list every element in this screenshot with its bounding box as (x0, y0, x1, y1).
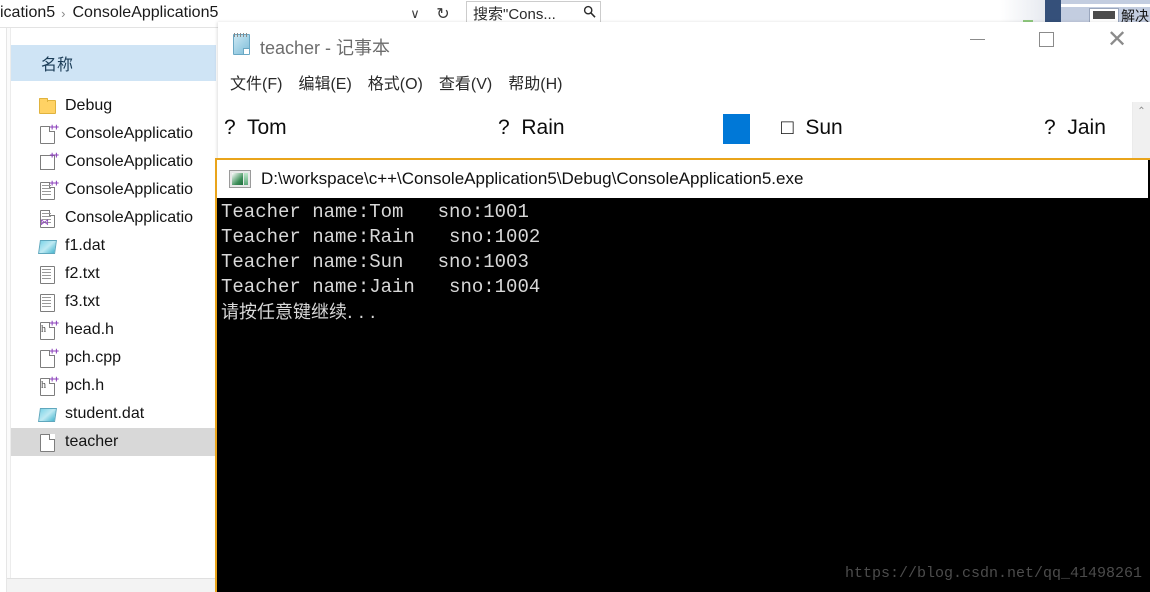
console-output-area: Teacher name:Tom sno:1001 Teacher name:R… (217, 198, 1148, 590)
file-list-item-label: Debug (65, 97, 113, 114)
breadcrumb-current[interactable]: ConsoleApplication5 (73, 4, 219, 22)
file-list-item[interactable]: f1.dat (11, 232, 216, 260)
text-selection-highlight (723, 114, 750, 144)
cpp-project-icon: ++ (37, 151, 59, 172)
breadcrumb[interactable]: ication5 › ConsoleApplication5 (0, 2, 218, 24)
file-list: Debug ++ ConsoleApplicatio ++ ConsoleApplica… (11, 92, 216, 456)
cpp-source-icon: ++ (37, 347, 59, 368)
maximize-button[interactable] (1023, 22, 1069, 56)
explorer-left-rail (0, 28, 7, 592)
file-list-item[interactable]: Debug (11, 92, 216, 120)
notepad-text-token: □ Sun (781, 116, 843, 139)
file-list-item-label: teacher (65, 433, 119, 450)
file-list-item-label: pch.h (65, 377, 105, 394)
search-icon (578, 5, 600, 21)
notepad-text-token: ? Rain (498, 116, 565, 139)
menu-item[interactable]: 帮助(H) (508, 70, 562, 94)
chevron-down-icon[interactable]: ∨ (404, 4, 426, 24)
notepad-text-token: ? Tom (224, 116, 287, 139)
file-list-item[interactable]: h ++ pch.h (11, 372, 216, 400)
file-list-item-label: head.h (65, 321, 114, 338)
console-title: D:\workspace\c++\ConsoleApplication5\Deb… (261, 169, 804, 188)
notepad-titlebar[interactable]: teacher - 记事本 ✕ (218, 22, 1150, 66)
file-list-item-label: ConsoleApplicatio (65, 209, 194, 226)
header-file-icon: h ++ (37, 375, 59, 396)
vcxproj-filters-icon: ⋈ (37, 208, 57, 228)
file-list-item[interactable]: ++ ConsoleApplicatio (11, 176, 216, 204)
console-window: D:\workspace\c++\ConsoleApplication5\Deb… (215, 158, 1150, 592)
folder-icon (37, 96, 57, 116)
header-file-icon: h ++ (37, 319, 59, 340)
close-icon: ✕ (1106, 25, 1128, 53)
column-header-name-label: 名称 (41, 57, 74, 74)
search-input-value: 搜索"Cons... (473, 5, 556, 23)
file-list-item[interactable]: ++ ConsoleApplicatio (11, 120, 216, 148)
file-list-item-label: ConsoleApplicatio (65, 181, 194, 198)
generic-file-icon (37, 432, 57, 452)
dat-file-icon (37, 404, 57, 424)
file-list-item[interactable]: f2.txt (11, 260, 216, 288)
notepad-text-token: ? Jain (1044, 116, 1106, 139)
notepad-icon (230, 33, 252, 55)
file-list-item-label: f1.dat (65, 237, 106, 254)
breadcrumb-parent[interactable]: ication5 (0, 4, 55, 22)
cpp-source-icon: ++ (37, 123, 59, 144)
dat-file-icon (37, 236, 57, 256)
menu-item[interactable]: 格式(O) (368, 70, 423, 94)
minimize-icon (969, 38, 985, 40)
menu-item[interactable]: 文件(F) (230, 70, 282, 94)
maximize-icon (1038, 31, 1054, 47)
cpp-doc-icon: ++ (37, 179, 59, 200)
column-header-name[interactable]: 名称 (11, 45, 216, 81)
console-titlebar[interactable]: D:\workspace\c++\ConsoleApplication5\Deb… (217, 160, 1148, 198)
background-vs-window-fragment: 解决 (1001, 0, 1150, 24)
explorer-status-strip (7, 578, 217, 592)
menu-item[interactable]: 查看(V) (439, 70, 492, 94)
minimize-button[interactable] (954, 22, 1000, 56)
screen-root: ication5 › ConsoleApplication5 ∨ ↻ 搜索"Co… (0, 0, 1150, 592)
file-list-item[interactable]: student.dat (11, 400, 216, 428)
file-list-item[interactable]: h ++ head.h (11, 316, 216, 344)
watermark-text: https://blog.csdn.net/qq_41498261 (844, 565, 1142, 582)
file-list-item[interactable]: ++ pch.cpp (11, 344, 216, 372)
notepad-menubar: 文件(F) 编辑(E) 格式(O) 查看(V) 帮助(H) (218, 69, 578, 95)
breadcrumb-separator-icon: › (61, 5, 66, 21)
file-list-item-label: f3.txt (65, 293, 100, 310)
console-window-icon (229, 170, 251, 188)
file-list-item[interactable]: ++ ConsoleApplicatio (11, 148, 216, 176)
file-list-item[interactable]: teacher (11, 428, 216, 456)
console-output-text: Teacher name:Tom sno:1001 Teacher name:R… (221, 201, 541, 323)
scroll-up-icon[interactable]: ⌃ (1133, 102, 1150, 120)
menu-item[interactable]: 编辑(E) (298, 70, 351, 94)
file-list-item-label: ConsoleApplicatio (65, 153, 194, 170)
file-list-item-label: student.dat (65, 405, 145, 422)
vs-dark-strip (1045, 0, 1061, 24)
notepad-title: teacher - 记事本 (260, 38, 391, 58)
file-list-item[interactable]: f3.txt (11, 288, 216, 316)
text-file-icon (37, 264, 57, 284)
file-list-item[interactable]: ⋈ ConsoleApplicatio (11, 204, 216, 232)
file-list-item-label: f2.txt (65, 265, 100, 282)
text-file-icon (37, 292, 57, 312)
file-list-item-label: ConsoleApplicatio (65, 125, 194, 142)
file-list-item-label: pch.cpp (65, 349, 122, 366)
close-button[interactable]: ✕ (1094, 22, 1140, 56)
notepad-text-line: ? Tom ? Rain □ Sun ? Jain (218, 114, 1132, 148)
